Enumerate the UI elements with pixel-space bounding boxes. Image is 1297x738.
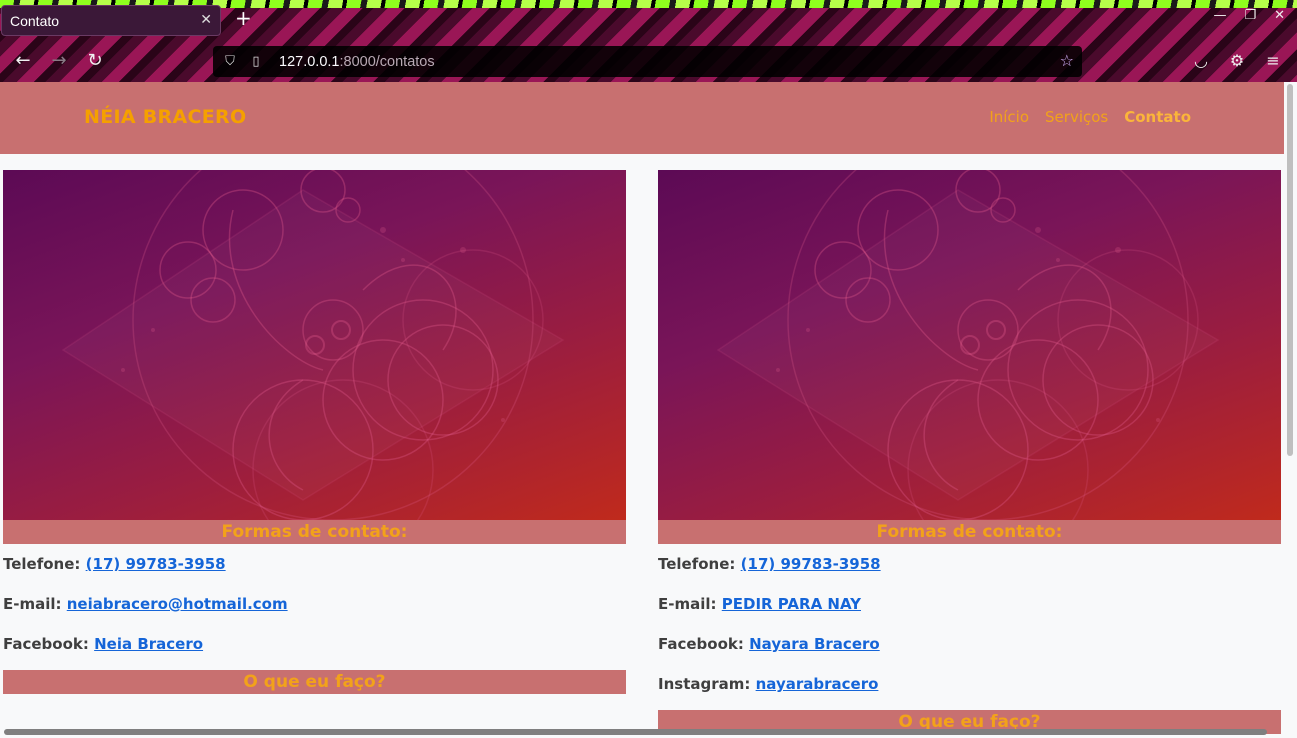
close-window-icon[interactable]: ✕ (1274, 8, 1285, 23)
minimize-icon[interactable]: — (1213, 8, 1226, 23)
vertical-scrollbar[interactable] (1287, 84, 1293, 456)
restore-icon[interactable]: ❐ (1244, 8, 1256, 23)
section-heading-contact: Formas de contato: (658, 520, 1281, 544)
contact-row-instagram: Instagram: nayarabracero (658, 675, 879, 693)
horizontal-scrollbar[interactable] (4, 729, 1267, 735)
section-heading-contact: Formas de contato: (3, 520, 626, 544)
wallpaper-art (716, 170, 1220, 520)
contact-row-email: E-mail: neiabracero@hotmail.com (3, 595, 288, 613)
contact-info-list: Telefone: (17) 99783-3958 E-mail: PEDIR … (658, 554, 1281, 712)
contact-row-email: E-mail: PEDIR PARA NAY (658, 595, 861, 613)
url-host: 127.0.0.1 (279, 53, 340, 70)
menu-item-contato[interactable]: Contato (1124, 108, 1191, 126)
address-bar[interactable]: ⛉ ▯ 127.0.0.1:8000/contatos ☆ (213, 46, 1082, 77)
close-tab-icon[interactable]: ✕ (200, 11, 212, 28)
contact-row-facebook: Facebook: Nayara Bracero (658, 635, 880, 653)
contact-row-phone: Telefone: (17) 99783-3958 (3, 555, 226, 573)
page-icon: ▯ (252, 54, 260, 69)
instagram-link[interactable]: nayarabracero (756, 675, 879, 693)
url-path: :8000/contatos (339, 53, 435, 70)
new-tab-icon[interactable]: + (235, 6, 252, 30)
wallpaper-art (61, 170, 565, 520)
shield-icon[interactable]: ⛉ (219, 54, 241, 69)
site-menu: Início Serviços Contato (989, 108, 1191, 126)
phone-link[interactable]: (17) 99783-3958 (86, 555, 226, 573)
contact-row-facebook: Facebook: Neia Bracero (3, 635, 204, 653)
section-heading-services: O que eu faço? (3, 670, 626, 694)
contact-card-neia: Formas de contato: Telefone: (17) 99783-… (3, 170, 626, 694)
contact-info-list: Telefone: (17) 99783-3958 E-mail: neiabr… (3, 554, 626, 672)
page-viewport: NÉIA BRACERO Início Serviços Contato For… (0, 82, 1297, 738)
facebook-link[interactable]: Neia Bracero (94, 635, 203, 653)
facebook-link[interactable]: Nayara Bracero (749, 635, 880, 653)
phone-link[interactable]: (17) 99783-3958 (741, 555, 881, 573)
email-link[interactable]: PEDIR PARA NAY (722, 595, 861, 613)
bookmark-star-icon[interactable]: ☆ (1060, 51, 1074, 70)
reload-icon[interactable]: ↻ (83, 50, 107, 72)
pocket-icon[interactable]: ◡ (1190, 50, 1212, 72)
contact-card-nayara: Formas de contato: Telefone: (17) 99783-… (658, 170, 1281, 734)
extensions-gear-icon[interactable]: ⚙ (1226, 50, 1248, 72)
hamburger-menu-icon[interactable]: ≡ (1262, 50, 1284, 72)
hero-image (3, 170, 626, 520)
url-text[interactable]: 127.0.0.1:8000/contatos (279, 54, 435, 70)
tab-title: Contato (10, 12, 60, 29)
menu-item-inicio[interactable]: Início (989, 108, 1029, 126)
window-controls: — ❐ ✕ (1213, 8, 1285, 23)
email-link[interactable]: neiabracero@hotmail.com (67, 595, 288, 613)
contact-row-phone: Telefone: (17) 99783-3958 (658, 555, 881, 573)
browser-tab[interactable]: Contato ✕ (1, 5, 221, 36)
forward-arrow-icon[interactable]: → (47, 50, 71, 72)
site-navbar: NÉIA BRACERO Início Serviços Contato (0, 82, 1284, 154)
menu-item-servicos[interactable]: Serviços (1045, 108, 1108, 126)
browser-chrome: Contato ✕ + — ❐ ✕ ← → ↻ ⛉ ▯ 127.0.0.1:80… (0, 0, 1297, 82)
back-arrow-icon[interactable]: ← (11, 50, 35, 72)
site-brand[interactable]: NÉIA BRACERO (84, 106, 246, 128)
hero-image (658, 170, 1281, 520)
